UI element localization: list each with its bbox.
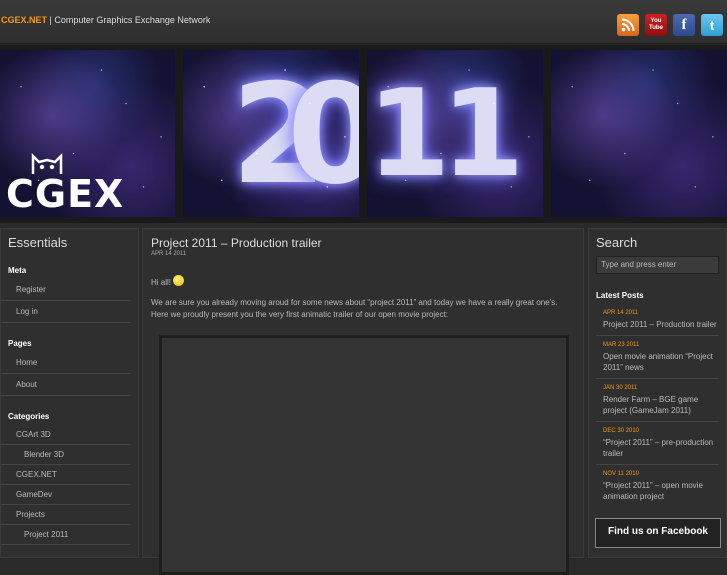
smiley-icon: [173, 275, 185, 286]
categories-heading: Categories: [8, 412, 50, 421]
nav-home[interactable]: Home: [1, 352, 131, 374]
category-cgexnet[interactable]: CGEX.NET: [1, 465, 131, 485]
latest-post-item[interactable]: APR 14 2011 Project 2011 – Production tr…: [596, 304, 719, 336]
banner: 2 1 1 0 CGEX: [0, 45, 727, 223]
banner-panel-4: [551, 50, 727, 217]
category-projects[interactable]: Projects: [1, 505, 131, 525]
post-greeting: Hi all!: [151, 278, 172, 287]
search-input[interactable]: Type and press enter: [596, 256, 719, 274]
main-content: Project 2011 – Production trailer APR 14…: [142, 228, 584, 575]
site-header: CGEX.NET | Computer Graphics Exchange Ne…: [0, 0, 727, 44]
banner-panel-2-overlay: 0: [183, 50, 359, 217]
logo-text: CGEX: [6, 172, 125, 216]
sidebar-left: Essentials Meta Register Log in Pages Ho…: [0, 228, 139, 558]
post-greeting-line: Hi all!: [143, 275, 583, 289]
social-links: You Tube f t: [617, 14, 723, 36]
youtube-icon-top: You: [650, 18, 662, 24]
pages-heading: Pages: [8, 339, 32, 348]
latest-post-title[interactable]: Open movie animation “Project 2011” news: [603, 351, 719, 373]
video-player[interactable]: [159, 335, 569, 575]
category-project2011[interactable]: Project 2011: [1, 525, 131, 545]
post-body: We are sure you already moving aroud for…: [151, 298, 558, 319]
facebook-box[interactable]: Find us on Facebook: [595, 518, 721, 548]
search-title: Search: [596, 235, 638, 250]
latest-post-date: MAR 23 2011: [603, 342, 640, 348]
latest-post-date: DEC 30 2010: [603, 428, 640, 434]
latest-post-date: NOV 11 2010: [603, 471, 639, 477]
banner-digit: 0: [287, 54, 359, 215]
latest-post-title[interactable]: “Project 2011” – open movie animation pr…: [603, 480, 719, 502]
latest-post-date: JAN 30 2011: [603, 385, 638, 391]
sidebar-right: Search Type and press enter Latest Posts…: [588, 228, 727, 558]
banner-panel-3: 1 1: [367, 50, 543, 217]
latest-post-item[interactable]: DEC 30 2010 “Project 2011” – pre-product…: [596, 422, 719, 465]
latest-post-title[interactable]: Render Farm – BGE game project (GameJam …: [603, 394, 719, 416]
latest-post-item[interactable]: NOV 11 2010 “Project 2011” – open movie …: [596, 465, 719, 507]
banner-digit: 1: [441, 65, 525, 204]
latest-post-item[interactable]: JAN 30 2011 Render Farm – BGE game proje…: [596, 379, 719, 422]
latest-post-title[interactable]: “Project 2011” – pre-production trailer: [603, 437, 719, 459]
youtube-icon-bottom: Tube: [649, 25, 663, 31]
rss-icon[interactable]: [617, 14, 639, 36]
banner-digit: 1: [367, 65, 451, 204]
category-cgart3d[interactable]: CGArt 3D: [1, 425, 131, 445]
category-blender3d[interactable]: Blender 3D: [1, 445, 131, 465]
site-title: CGEX.NET | Computer Graphics Exchange Ne…: [1, 15, 210, 25]
nav-about[interactable]: About: [1, 374, 131, 396]
nav-login[interactable]: Log in: [1, 301, 131, 323]
post-title[interactable]: Project 2011 – Production trailer: [143, 229, 583, 250]
latest-post-title[interactable]: Project 2011 – Production trailer: [603, 319, 719, 330]
twitter-icon[interactable]: t: [701, 14, 723, 36]
youtube-icon[interactable]: You Tube: [645, 14, 667, 36]
latest-posts-heading: Latest Posts: [596, 291, 644, 300]
essentials-title: Essentials: [8, 235, 68, 250]
facebook-icon[interactable]: f: [673, 14, 695, 36]
latest-post-date: APR 14 2011: [603, 310, 639, 316]
tagline: | Computer Graphics Exchange Network: [47, 15, 211, 25]
post-date: APR 14 2011: [151, 251, 187, 257]
cgex-logo[interactable]: CGEX: [6, 150, 166, 216]
nav-register[interactable]: Register: [1, 279, 131, 301]
category-gamedev[interactable]: GameDev: [1, 485, 131, 505]
meta-heading: Meta: [8, 266, 27, 275]
brand-link[interactable]: CGEX.NET: [1, 15, 47, 25]
latest-post-item[interactable]: MAR 23 2011 Open movie animation “Projec…: [596, 336, 719, 379]
